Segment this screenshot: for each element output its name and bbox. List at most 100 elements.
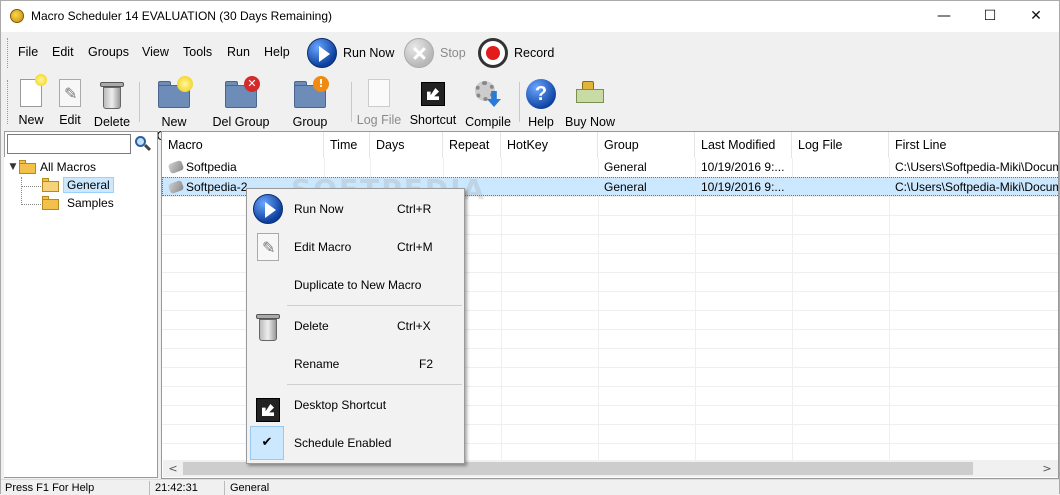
column-header-hotkey[interactable]: HotKey	[501, 132, 598, 158]
run-now-icon	[307, 38, 337, 68]
checkmark-icon: ✔	[250, 426, 284, 460]
menu-shortcut-delete: Ctrl+X	[397, 319, 431, 333]
status-group: General	[230, 482, 270, 494]
close-button[interactable]: ✕	[1013, 1, 1059, 32]
help-button[interactable]: ? Help	[524, 77, 558, 129]
del-group-label: Del Group	[212, 115, 270, 129]
new-button[interactable]: New	[13, 74, 49, 129]
log-file-button[interactable]: Log File	[356, 77, 402, 129]
stop-label: Stop	[440, 46, 466, 60]
menu-item-desktop-shortcut[interactable]: Desktop Shortcut	[249, 387, 462, 423]
maximize-button[interactable]: ☐	[967, 1, 1013, 32]
del-group-button[interactable]: ✕ Del Group	[212, 76, 270, 129]
toolbar-separator	[139, 82, 140, 122]
app-icon	[10, 9, 24, 23]
status-separator	[224, 481, 225, 495]
cell-first-line: C:\Users\Softpedia-Miki\Docum	[895, 180, 1059, 194]
menu-run[interactable]: Run	[227, 45, 250, 59]
menu-label-desktop-shortcut: Desktop Shortcut	[294, 398, 387, 412]
new-label: New	[18, 113, 44, 127]
shortcut-label: Shortcut	[409, 113, 457, 127]
cell-group: General	[604, 160, 647, 174]
compile-button[interactable]: Compile	[463, 77, 513, 129]
new-group-icon	[158, 76, 193, 109]
search-icon[interactable]	[135, 136, 152, 152]
column-header-first-line[interactable]: First Line	[889, 132, 1058, 158]
context-menu: Run Now Ctrl+R Edit Macro Ctrl+M Duplica…	[246, 188, 465, 464]
cash-icon	[574, 79, 606, 109]
log-file-label: Log File	[356, 113, 402, 127]
log-file-icon	[368, 79, 390, 107]
delete-button[interactable]: Delete	[91, 77, 133, 129]
edit-button[interactable]: Edit	[53, 77, 87, 129]
menu-grip[interactable]	[7, 38, 10, 68]
scroll-right-icon[interactable]: >	[1039, 460, 1055, 477]
group-props-button[interactable]: ! Group Props	[275, 76, 345, 143]
delete-label: Delete	[93, 115, 131, 129]
edit-label: Edit	[59, 113, 81, 127]
menu-view[interactable]: View	[142, 45, 169, 59]
macro-icon	[167, 179, 185, 195]
menu-help[interactable]: Help	[264, 45, 290, 59]
new-group-button[interactable]: New Group	[143, 76, 205, 143]
menu-shortcut-run-now: Ctrl+R	[397, 202, 432, 216]
cell-group: General	[604, 180, 647, 194]
buy-now-button[interactable]: Buy Now	[564, 77, 616, 129]
column-header-group[interactable]: Group	[598, 132, 695, 158]
run-now-label: Run Now	[343, 46, 395, 60]
run-now-button[interactable]: Run Now	[307, 36, 394, 70]
record-label: Record	[514, 46, 555, 60]
status-bar: Press F1 For Help 21:42:31 General	[1, 479, 1059, 495]
tree-item-all-macros[interactable]: ▼ All Macros	[7, 158, 96, 176]
menu-groups[interactable]: Groups	[88, 45, 129, 59]
column-header-log-file[interactable]: Log File	[792, 132, 889, 158]
group-properties-icon: !	[294, 76, 329, 109]
column-header-macro[interactable]: Macro	[162, 132, 324, 158]
menu-item-duplicate[interactable]: Duplicate to New Macro	[249, 267, 462, 303]
column-header-repeat[interactable]: Repeat	[443, 132, 501, 158]
status-hint: Press F1 For Help	[5, 482, 95, 494]
column-header-days[interactable]: Days	[370, 132, 443, 158]
menu-separator	[287, 305, 462, 306]
menu-item-rename[interactable]: Rename F2	[249, 346, 462, 382]
menu-bar: File Edit Groups View Tools Run Help Run…	[1, 32, 1059, 74]
column-header-time[interactable]: Time	[324, 132, 370, 158]
menu-item-schedule-enabled[interactable]: ✔ Schedule Enabled	[249, 425, 462, 461]
chevron-down-icon[interactable]: ▼	[7, 162, 19, 172]
menu-item-edit-macro[interactable]: Edit Macro Ctrl+M	[249, 229, 462, 265]
run-now-icon	[253, 194, 283, 224]
open-folder-icon	[42, 178, 60, 192]
menu-label-run-now: Run Now	[294, 202, 344, 216]
scroll-left-icon[interactable]: <	[165, 460, 181, 477]
menu-item-run-now[interactable]: Run Now Ctrl+R	[249, 191, 462, 227]
tree-connector	[21, 204, 43, 205]
record-button[interactable]: Record	[478, 36, 554, 70]
compile-gear-icon	[473, 79, 503, 109]
toolbar-separator	[519, 82, 520, 122]
folder-icon	[19, 160, 37, 174]
shortcut-button[interactable]: Shortcut	[407, 77, 459, 129]
tree-item-samples[interactable]: Samples	[42, 194, 114, 212]
delete-group-icon: ✕	[225, 76, 260, 109]
column-header-last-modified[interactable]: Last Modified	[695, 132, 792, 158]
cell-last-modified: 10/19/2016 9:...	[701, 160, 785, 174]
menu-edit[interactable]: Edit	[52, 45, 74, 59]
buy-now-label: Buy Now	[564, 115, 616, 129]
grid-line	[598, 158, 599, 464]
search-input[interactable]	[7, 134, 131, 154]
menu-shortcut-edit-macro: Ctrl+M	[397, 240, 433, 254]
toolbar: New Edit Delete New Group ✕ Del Group	[1, 74, 621, 143]
minimize-button[interactable]: —	[921, 1, 967, 32]
menu-tools[interactable]: Tools	[183, 45, 212, 59]
menu-item-delete[interactable]: Delete Ctrl+X	[249, 308, 462, 344]
status-separator	[149, 481, 150, 495]
edit-macro-icon	[59, 79, 81, 107]
menu-file[interactable]: File	[18, 45, 38, 59]
tree-item-general[interactable]: General	[42, 176, 114, 194]
stop-button[interactable]: Stop	[404, 36, 466, 70]
grid-line	[695, 158, 696, 464]
toolbar-grip[interactable]	[7, 80, 10, 124]
app-window: Macro Scheduler 14 EVALUATION (30 Days R…	[0, 0, 1060, 495]
window-title: Macro Scheduler 14 EVALUATION (30 Days R…	[31, 9, 333, 23]
new-macro-icon	[20, 74, 47, 107]
